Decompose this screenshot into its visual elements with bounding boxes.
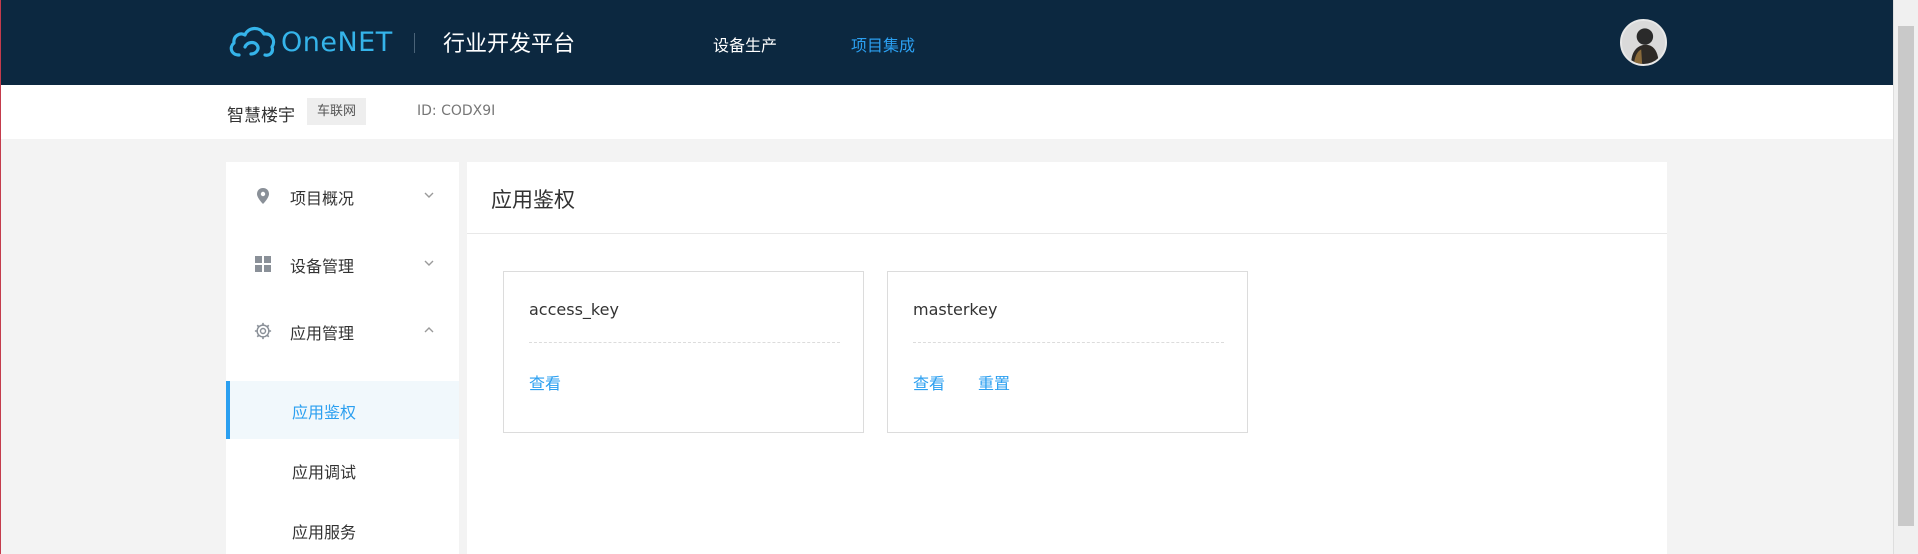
user-avatar[interactable] <box>1620 19 1667 66</box>
location-pin-icon <box>257 188 269 204</box>
sidebar-subitem-app-service[interactable]: 应用服务 <box>226 501 459 554</box>
key-name: access_key <box>529 300 619 319</box>
nav-device-production[interactable]: 设备生产 <box>713 32 777 56</box>
gear-icon <box>254 322 272 340</box>
card-divider <box>529 342 840 343</box>
sidebar-item-app-management[interactable]: 应用管理 <box>226 305 459 357</box>
main-panel: 应用鉴权 access_key 查看 masterkey 查看 重置 <box>467 162 1667 554</box>
chevron-down-icon <box>424 192 434 198</box>
nav-project-integration[interactable]: 项目集成 <box>851 32 915 56</box>
chevron-up-icon <box>424 327 434 333</box>
view-master-key-button[interactable]: 查看 <box>913 370 945 394</box>
sidebar-subitem-app-debug[interactable]: 应用调试 <box>226 441 459 499</box>
sidebar-subitem-label: 应用调试 <box>292 463 357 482</box>
project-tag: 车联网 <box>307 98 367 125</box>
grid-icon <box>255 256 271 272</box>
sidebar-item-device-management[interactable]: 设备管理 <box>226 238 459 290</box>
card-divider <box>913 342 1224 343</box>
sidebar-subitem-label: 应用鉴权 <box>292 403 357 422</box>
page-scrollbar[interactable] <box>1893 0 1918 554</box>
avatar-image <box>1622 21 1665 64</box>
sidebar-item-label: 应用管理 <box>290 324 355 343</box>
sidebar-item-project-overview[interactable]: 项目概况 <box>226 170 459 222</box>
logo-text: OneNET <box>281 26 393 58</box>
master-key-card: masterkey 查看 重置 <box>887 271 1248 433</box>
window-edge <box>0 139 1 554</box>
onenet-logo[interactable]: OneNET <box>227 22 393 62</box>
logo-divider <box>414 33 415 53</box>
key-name: masterkey <box>913 300 998 319</box>
sidebar: 项目概况 设备管理 应用管理 应用鉴权 应用调试 应用服务 <box>226 162 459 554</box>
cloud-logo-icon <box>229 26 276 57</box>
project-name: 智慧楼宇 <box>227 106 295 126</box>
chevron-down-icon <box>424 260 434 266</box>
platform-title: 行业开发平台 <box>443 32 576 57</box>
access-key-card: access_key 查看 <box>503 271 864 433</box>
sidebar-subitem-app-auth[interactable]: 应用鉴权 <box>226 381 459 439</box>
scrollbar-thumb[interactable] <box>1898 26 1914 526</box>
project-info-bar: 智慧楼宇 车联网 ID: CODX9I <box>0 85 1893 139</box>
sidebar-item-label: 项目概况 <box>290 189 355 208</box>
project-id: ID: CODX9I <box>417 103 496 119</box>
top-navigation-bar: OneNET 行业开发平台 设备生产 项目集成 <box>0 0 1893 85</box>
page-title: 应用鉴权 <box>491 188 575 212</box>
sidebar-item-label: 设备管理 <box>290 257 355 276</box>
sidebar-subitem-label: 应用服务 <box>292 523 357 542</box>
reset-master-key-button[interactable]: 重置 <box>978 370 1010 394</box>
view-access-key-button[interactable]: 查看 <box>529 370 561 394</box>
title-divider <box>467 233 1667 234</box>
